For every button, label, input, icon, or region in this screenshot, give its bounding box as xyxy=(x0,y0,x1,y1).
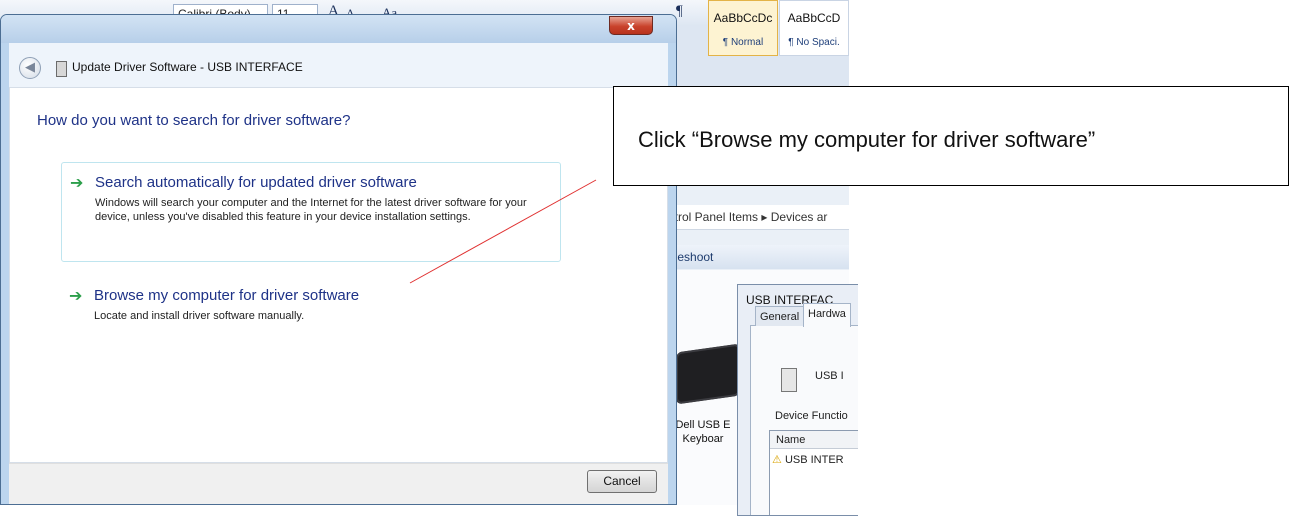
back-button[interactable]: ◀ xyxy=(19,57,41,79)
style-normal-preview: AaBbCcDc xyxy=(713,11,773,25)
dialog-footer: Cancel xyxy=(9,463,668,504)
dialog-title: Update Driver Software - USB INTERFACE xyxy=(72,60,303,74)
troubleshoot-button[interactable]: bleshoot xyxy=(668,245,849,269)
close-button[interactable]: x xyxy=(609,16,653,35)
style-normal[interactable]: AaBbCcDc ¶ Normal xyxy=(708,0,778,56)
list-item[interactable]: ⚠ USB INTER xyxy=(772,453,844,466)
browse-computer-option[interactable]: ➔ Browse my computer for driver software… xyxy=(61,276,561,336)
option-title: Search automatically for updated driver … xyxy=(95,174,417,191)
back-arrow-icon: ◀ xyxy=(25,60,35,75)
warning-icon: ⚠ xyxy=(772,454,782,466)
device-functions-label: Device Functio xyxy=(775,410,848,422)
usb-device-icon xyxy=(781,368,797,392)
update-driver-dialog: x ◀ Update Driver Software - USB INTERFA… xyxy=(0,14,677,505)
option-description: Locate and install driver software manua… xyxy=(94,310,305,322)
dialog-titlebar[interactable] xyxy=(1,15,676,43)
option-description: Windows will search your computer and th… xyxy=(95,197,527,223)
device-icon xyxy=(56,61,67,77)
device-name: USB I xyxy=(815,370,844,382)
device-functions-list[interactable]: Name ⚠ USB INTER xyxy=(769,430,858,515)
search-automatically-option[interactable]: ➔ Search automatically for updated drive… xyxy=(61,162,561,262)
show-formatting-icon[interactable]: ¶ xyxy=(676,3,683,20)
style-no-spacing-label: ¶ No Spaci. xyxy=(788,37,840,48)
breadcrumb[interactable]: ntrol Panel Items ▸ Devices ar xyxy=(668,205,849,230)
list-item-label: USB INTER xyxy=(784,454,844,466)
cancel-button[interactable]: Cancel xyxy=(587,470,657,493)
dialog-content: How do you want to search for driver sof… xyxy=(9,87,668,463)
green-arrow-icon: ➔ xyxy=(70,173,84,192)
option-title: Browse my computer for driver software xyxy=(94,287,360,304)
style-normal-label: ¶ Normal xyxy=(722,37,764,48)
list-header-name[interactable]: Name xyxy=(770,431,858,449)
instruction-callout: Click “Browse my computer for driver sof… xyxy=(613,86,1289,186)
instruction-text: Click “Browse my computer for driver sof… xyxy=(638,127,1096,152)
tab-general[interactable]: General xyxy=(755,306,805,326)
properties-panel: General Hardwa USB I Device Functio Name… xyxy=(750,303,858,515)
style-no-spacing-preview: AaBbCcD xyxy=(787,11,841,25)
keyboard-icon[interactable] xyxy=(676,343,740,405)
keyboard-device-label[interactable]: Dell USB E Keyboar xyxy=(668,418,738,446)
tab-hardware[interactable]: Hardwa xyxy=(803,303,851,327)
style-no-spacing[interactable]: AaBbCcD ¶ No Spaci. xyxy=(779,0,849,56)
usb-properties-window: USB INTERFAC General Hardwa USB I Device… xyxy=(737,284,858,516)
page-title: How do you want to search for driver sof… xyxy=(37,112,351,129)
green-arrow-icon: ➔ xyxy=(69,286,83,305)
